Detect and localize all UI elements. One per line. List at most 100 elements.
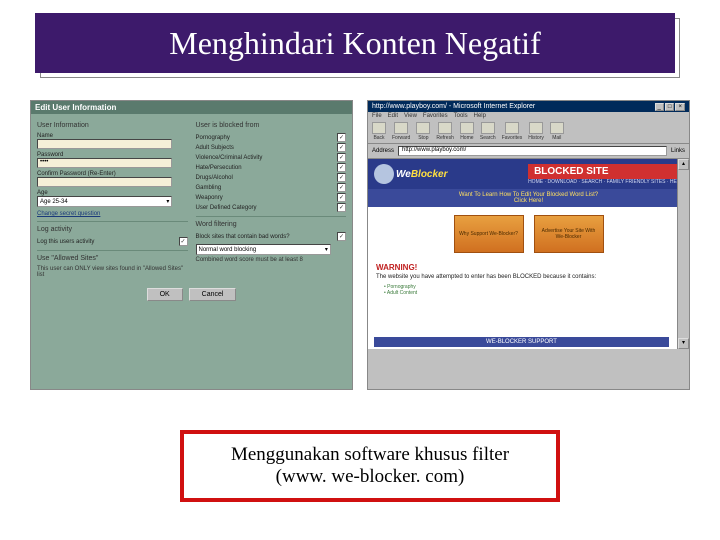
allowed-section: Use "Allowed Sites" bbox=[37, 255, 188, 262]
cat-label: User Defined Category bbox=[196, 205, 257, 211]
cat-label: Hate/Persecution bbox=[196, 165, 242, 171]
address-input[interactable]: http://www.playboy.com/ bbox=[398, 146, 667, 156]
promo-image-1[interactable]: Why Support We-Blocker? bbox=[454, 215, 524, 253]
maximize-icon[interactable]: □ bbox=[665, 103, 675, 111]
menu-view[interactable]: View bbox=[404, 113, 417, 119]
page-content: WeBlocker BLOCKED SITE HOME · DOWNLOAD ·… bbox=[368, 159, 689, 349]
reason-2: • Adult Content bbox=[384, 290, 673, 296]
refresh-icon bbox=[438, 122, 452, 134]
wf-checkbox[interactable]: ✓ bbox=[337, 232, 346, 241]
promo-cta: Click Here! bbox=[371, 198, 686, 204]
browser-window: http://www.playboy.com/ - Microsoft Inte… bbox=[367, 100, 690, 390]
cat-checkbox-4[interactable]: ✓ bbox=[337, 173, 346, 182]
menu-file[interactable]: File bbox=[372, 113, 382, 119]
refresh-button[interactable]: Refresh bbox=[436, 122, 454, 141]
chevron-down-icon: ▾ bbox=[325, 246, 328, 253]
scrollbar[interactable]: ▴ ▾ bbox=[677, 159, 689, 349]
wordfilter-section: Word filtering bbox=[196, 221, 347, 228]
blocked-from-section: User is blocked from bbox=[196, 122, 347, 129]
mail-button[interactable]: Mail bbox=[550, 122, 564, 141]
cat-label: Weaponry bbox=[196, 195, 223, 201]
logo-blocker: Blocker bbox=[411, 169, 448, 180]
cat-label: Violence/Criminal Activity bbox=[196, 155, 263, 161]
cat-checkbox-1[interactable]: ✓ bbox=[337, 143, 346, 152]
confirm-input[interactable] bbox=[37, 177, 172, 187]
history-icon bbox=[529, 122, 543, 134]
cat-label: Gambling bbox=[196, 185, 222, 191]
allowed-text: This user can ONLY view sites found in "… bbox=[37, 266, 188, 278]
blocked-badge: BLOCKED SITE bbox=[528, 164, 683, 179]
mail-icon bbox=[550, 122, 564, 134]
slide-title: Menghindari Konten Negatif bbox=[169, 25, 540, 62]
browser-titlebar: http://www.playboy.com/ - Microsoft Inte… bbox=[368, 101, 689, 112]
stop-icon bbox=[416, 122, 430, 134]
promo-bar[interactable]: Want To Learn How To Edit Your Blocked W… bbox=[368, 189, 689, 207]
forward-button[interactable]: Forward bbox=[392, 122, 410, 141]
slide-title-shadow: Menghindari Konten Negatif bbox=[40, 18, 680, 78]
address-label: Address bbox=[372, 148, 394, 154]
ok-button[interactable]: OK bbox=[147, 288, 183, 301]
wf-mode-select[interactable]: Normal word blocking ▾ bbox=[196, 244, 331, 255]
cat-label: Pornography bbox=[196, 135, 230, 141]
log-checkbox[interactable]: ✓ bbox=[179, 237, 188, 246]
password-input[interactable]: •••• bbox=[37, 158, 172, 168]
forward-icon bbox=[394, 122, 408, 134]
cat-checkbox-3[interactable]: ✓ bbox=[337, 163, 346, 172]
cat-checkbox-0[interactable]: ✓ bbox=[337, 133, 346, 142]
chevron-down-icon: ▾ bbox=[166, 198, 169, 205]
warning-text: The website you have attempted to enter … bbox=[368, 274, 689, 284]
site-logo: WeBlocker bbox=[374, 164, 448, 184]
age-select[interactable]: Age 25-34 ▾ bbox=[37, 196, 172, 207]
search-button[interactable]: Search bbox=[480, 122, 496, 141]
edit-user-dialog: Edit User Information User Information N… bbox=[30, 100, 353, 390]
window-title: http://www.playboy.com/ - Microsoft Inte… bbox=[372, 103, 535, 110]
slide-title-bar: Menghindari Konten Negatif bbox=[35, 13, 675, 73]
logo-we: We bbox=[396, 169, 411, 180]
dialog-title: Edit User Information bbox=[31, 101, 352, 114]
stop-button[interactable]: Stop bbox=[416, 122, 430, 141]
caption-box: Menggunakan software khusus filter (www.… bbox=[180, 430, 560, 502]
promo-image-2[interactable]: Advertise Your Site With We-Blocker bbox=[534, 215, 604, 253]
warning-heading: WARNING! bbox=[368, 261, 689, 274]
cat-checkbox-5[interactable]: ✓ bbox=[337, 183, 346, 192]
globe-icon bbox=[374, 164, 394, 184]
window-controls: _□× bbox=[654, 103, 685, 110]
favorites-button[interactable]: Favorites bbox=[502, 122, 523, 141]
wf-label: Block sites that contain bad words? bbox=[196, 234, 290, 240]
caption-line1: Menggunakan software khusus filter bbox=[198, 444, 542, 466]
scroll-up-icon[interactable]: ▴ bbox=[678, 159, 689, 170]
change-question-link[interactable]: Change secret question bbox=[37, 211, 188, 217]
name-input[interactable] bbox=[37, 139, 172, 149]
site-header: WeBlocker BLOCKED SITE HOME · DOWNLOAD ·… bbox=[368, 159, 689, 189]
log-section: Log activity bbox=[37, 226, 188, 233]
cat-checkbox-2[interactable]: ✓ bbox=[337, 153, 346, 162]
home-button[interactable]: Home bbox=[460, 122, 474, 141]
support-bar[interactable]: WE-BLOCKER SUPPORT bbox=[374, 337, 669, 347]
age-value: Age 25-34 bbox=[40, 199, 68, 205]
cat-checkbox-6[interactable]: ✓ bbox=[337, 193, 346, 202]
menu-help[interactable]: Help bbox=[474, 113, 486, 119]
site-nav[interactable]: HOME · DOWNLOAD · SEARCH · FAMILY FRIEND… bbox=[528, 179, 683, 185]
close-icon[interactable]: × bbox=[675, 103, 685, 111]
cat-checkbox-7[interactable]: ✓ bbox=[337, 203, 346, 212]
links-label[interactable]: Links bbox=[671, 148, 685, 154]
caption-line2: (www. we-blocker. com) bbox=[198, 466, 542, 488]
favorites-icon bbox=[505, 122, 519, 134]
wf-mode-value: Normal word blocking bbox=[199, 247, 257, 253]
back-icon bbox=[372, 122, 386, 134]
back-button[interactable]: Back bbox=[372, 122, 386, 141]
toolbar: Back Forward Stop Refresh Home Search Fa… bbox=[368, 120, 689, 144]
cat-label: Drugs/Alcohol bbox=[196, 175, 233, 181]
search-icon bbox=[481, 122, 495, 134]
cancel-button[interactable]: Cancel bbox=[189, 288, 237, 301]
menubar: File Edit View Favorites Tools Help bbox=[368, 112, 689, 120]
home-icon bbox=[460, 122, 474, 134]
wf-note: Combined word score must be at least 8 bbox=[196, 257, 347, 263]
menu-tools[interactable]: Tools bbox=[454, 113, 468, 119]
minimize-icon[interactable]: _ bbox=[655, 103, 664, 111]
scroll-down-icon[interactable]: ▾ bbox=[678, 338, 689, 349]
log-label: Log this users activity bbox=[37, 239, 94, 245]
menu-favorites[interactable]: Favorites bbox=[423, 113, 448, 119]
menu-edit[interactable]: Edit bbox=[388, 113, 398, 119]
history-button[interactable]: History bbox=[528, 122, 544, 141]
